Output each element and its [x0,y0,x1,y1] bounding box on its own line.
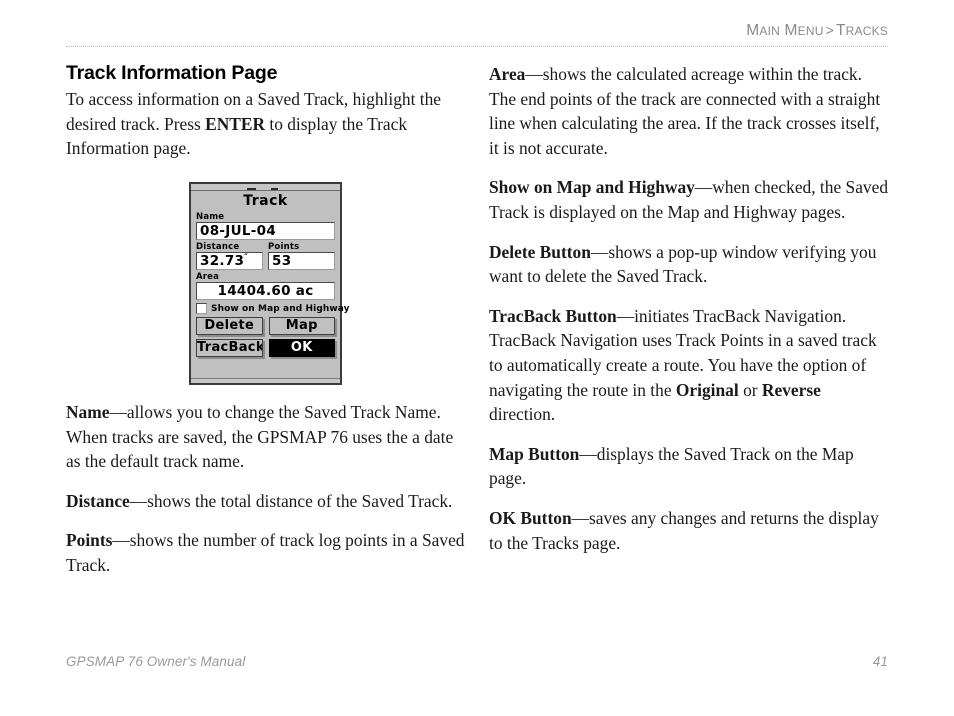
device-map-button[interactable]: Map [268,317,335,335]
intro-enter-key: ENTER [205,113,266,134]
page-title: Track Information Page [66,62,278,84]
device-distance-points-row: Distance 32.73″ Points 53 [196,242,335,270]
definition-term-ok-button: OK Button [489,507,572,528]
definition-term-points: Points [66,530,113,551]
device-top-tick-left [247,188,256,190]
running-head-separator: > [825,22,834,38]
device-points-label: Points [268,242,300,252]
device-distance-label: Distance [196,242,240,252]
running-head-menu-rest: ENU [797,24,824,38]
definition-text-tracback-post: direction. [489,404,556,425]
device-bottom-strip [191,378,340,385]
intro-paragraph: To access information on a Saved Track, … [66,87,466,161]
running-head-tracks-cap: T [835,22,846,39]
definition-term-area: Area [489,64,526,84]
definition-dash-delete-button: — [590,241,609,262]
definition-dash-tracback-button: — [616,305,635,326]
running-head-menu-cap: M [784,22,798,39]
device-name-field[interactable]: 08-JUL-04 [196,222,335,240]
device-show-on-map-checkbox[interactable] [196,303,207,314]
definition-text-area: shows the calculated acreage within the … [489,64,881,158]
page-footer: GPSMAP 76 Owner's Manual 41 [66,654,888,669]
definition-dash-show-on-map: — [694,177,713,198]
definition-points: Points—shows the number of track log poi… [66,528,466,577]
device-top-strip [191,182,340,191]
definition-dash-area: — [525,64,543,84]
device-ok-button[interactable]: OK [268,339,335,357]
device-button-row-2: TracBack OK [196,339,335,357]
definition-tracback-mid: or [738,379,762,400]
definition-term-tracback-button: TracBack Button [489,305,617,326]
device-points-field[interactable]: 53 [268,252,335,270]
running-head-tracks-rest: RACKS [845,24,888,38]
device-distance-unit: ″ [244,252,249,262]
definition-delete-button: Delete Button—shows a pop-up window veri… [489,240,889,289]
device-distance-group: Distance 32.73″ [196,242,263,270]
definition-show-on-map: Show on Map and Highway—when checked, th… [489,175,889,224]
running-head-main-cap: M [746,22,760,39]
definition-dash-ok-button: — [571,507,590,528]
device-name-label: Name [196,212,225,222]
device-distance-value: 32.73 [200,253,245,269]
device-shell: Track Name 08-JUL-04 Distance 32.73″ Poi… [189,182,350,385]
running-head: MAIN MENU > TRACKS [66,22,888,40]
definition-tracback-button: TracBack Button—initiates TracBack Navig… [489,304,889,427]
right-column: Area—shows the calculated acreage within… [489,62,889,570]
gps-device-screenshot: Track Name 08-JUL-04 Distance 32.73″ Poi… [189,182,350,385]
definition-map-button: Map Button—displays the Saved Track on t… [489,442,889,491]
device-distance-field[interactable]: 32.73″ [196,252,263,270]
device-area-label: Area [196,272,220,282]
definition-dash-map-button: — [579,443,597,464]
device-screen-title: Track [243,193,288,209]
definition-dash-points: — [112,530,130,551]
device-tracback-button[interactable]: TracBack [196,339,263,357]
left-column: Track Information Page To access informa… [66,62,466,176]
device-screen: Track Name 08-JUL-04 Distance 32.73″ Poi… [191,191,350,378]
definition-term-show-on-map: Show on Map and Highway [489,177,695,198]
definition-tracback-original: Original [675,379,739,400]
definition-dash-name: — [109,402,127,422]
definition-term-distance: Distance [66,490,130,511]
footer-page-number: 41 [872,654,888,669]
definition-ok-button: OK Button—saves any changes and returns … [489,506,889,555]
definition-name: Name—allows you to change the Saved Trac… [66,400,466,474]
device-delete-button[interactable]: Delete [196,317,263,335]
definition-text-distance: shows the total distance of the Saved Tr… [147,490,453,511]
definition-dash-distance: — [129,490,148,511]
device-top-tick-right [271,188,278,190]
definition-term-map-button: Map Button [489,443,580,464]
left-column-definitions: Name—allows you to change the Saved Trac… [66,400,466,593]
definition-term-name: Name [66,402,110,422]
device-show-on-map-row[interactable]: Show on Map and Highway [196,303,350,314]
footer-manual-title: GPSMAP 76 Owner's Manual [66,654,246,669]
running-head-rule [66,46,888,47]
device-button-row-1: Delete Map [196,317,335,335]
device-show-on-map-label: Show on Map and Highway [211,303,350,314]
running-head-main-rest: AIN [759,24,781,38]
definition-area: Area—shows the calculated acreage within… [489,62,889,160]
definition-tracback-reverse: Reverse [761,379,821,400]
definition-term-delete-button: Delete Button [489,241,591,262]
manual-page: MAIN MENU > TRACKS Track Information Page … [0,0,954,716]
definition-distance: Distance—shows the total distance of the… [66,489,466,514]
device-points-group: Points 53 [268,242,335,270]
device-area-field[interactable]: 14404.60 ac [196,282,335,300]
